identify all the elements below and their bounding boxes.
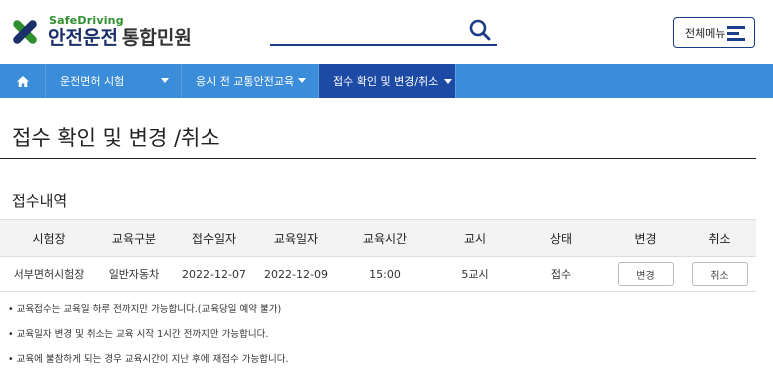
nav-item-label: 응시 전 교통안전교육 bbox=[196, 75, 295, 88]
table-header-cell: 교육시간 bbox=[362, 231, 408, 246]
cell-type: 일반자동차 bbox=[108, 268, 160, 281]
cell-edu-time: 15:00 bbox=[369, 267, 401, 281]
caret-down-icon bbox=[298, 78, 306, 83]
logo-title-sub: 통합민원 bbox=[121, 27, 192, 49]
change-button[interactable]: 변경 bbox=[617, 262, 674, 286]
nav-home[interactable] bbox=[0, 64, 46, 98]
table-header-cell: 교육구분 bbox=[111, 231, 157, 246]
main-nav: 운전면허 시험 응시 전 교통안전교육 접수 확인 및 변경/취소 bbox=[0, 64, 773, 98]
cell-site: 서부면허시험장 bbox=[13, 268, 85, 281]
notice-item: • 교육일자 변경 및 취소는 교육 시작 1시간 전까지만 가능합니다. bbox=[8, 329, 269, 340]
all-menu-button[interactable]: 전체메뉴 bbox=[673, 17, 755, 48]
cell-change: 변경 bbox=[608, 257, 683, 291]
caret-down-icon bbox=[161, 78, 169, 83]
cell-apply-date: 2022-12-07 bbox=[182, 267, 246, 281]
site-header: SafeDriving 안전운전 통합민원 전체메뉴 bbox=[0, 0, 773, 64]
search-input[interactable] bbox=[270, 18, 497, 46]
nav-item-label: 접수 확인 및 변경/취소 bbox=[333, 75, 439, 88]
page-title: 접수 확인 및 변경 /취소 bbox=[12, 126, 220, 150]
table-row: 서부면허시험장 일반자동차 2022-12-07 2022-12-09 15:0… bbox=[0, 257, 756, 292]
logo-tagline: SafeDriving bbox=[49, 14, 124, 27]
all-menu-label: 전체메뉴 bbox=[685, 26, 726, 40]
table-header-cell: 접수일자 bbox=[191, 231, 237, 246]
table-header-cell: 상태 bbox=[549, 231, 573, 246]
logo-title: 안전운전 통합민원 bbox=[48, 27, 192, 49]
section-title: 접수내역 bbox=[12, 192, 68, 210]
table-header-cell: 변경 bbox=[634, 231, 657, 246]
nav-item-license-test[interactable]: 운전면허 시험 bbox=[46, 64, 182, 98]
cell-cancel: 취소 bbox=[683, 257, 756, 291]
logo-cross-icon bbox=[8, 15, 42, 49]
nav-item-label: 운전면허 시험 bbox=[60, 75, 125, 88]
title-divider bbox=[0, 158, 756, 159]
hamburger-icon bbox=[727, 26, 745, 41]
logo-title-main: 안전운전 bbox=[48, 27, 118, 49]
nav-item-application-check[interactable]: 접수 확인 및 변경/취소 bbox=[319, 64, 456, 98]
cancel-button[interactable]: 취소 bbox=[691, 262, 748, 286]
cell-status: 접수 bbox=[550, 268, 572, 281]
cell-edu-date: 2022-12-09 bbox=[264, 267, 328, 281]
cell-period: 5교시 bbox=[461, 268, 489, 281]
table-header-cell: 취소 bbox=[708, 231, 731, 246]
notice-item: • 교육에 불참하게 되는 경우 교육시간이 지난 후에 재접수 가능합니다. bbox=[8, 354, 289, 365]
nav-item-safety-education[interactable]: 응시 전 교통안전교육 bbox=[182, 64, 319, 98]
table-header-row: 시험장 교육구분 접수일자 교육일자 교육시간 교시 상태 변경 취소 bbox=[0, 219, 756, 257]
table-header-cell: 교육일자 bbox=[273, 231, 319, 246]
search-icon[interactable] bbox=[469, 19, 491, 41]
notice-item: • 교육접수는 교육일 하루 전까지만 가능합니다.(교육당일 예약 불가) bbox=[8, 304, 282, 315]
home-icon bbox=[16, 75, 29, 87]
caret-down-icon bbox=[444, 78, 453, 84]
site-logo[interactable]: SafeDriving 안전운전 통합민원 bbox=[8, 12, 192, 52]
table-header-cell: 교시 bbox=[463, 231, 487, 246]
notice-list: • 교육접수는 교육일 하루 전까지만 가능합니다.(교육당일 예약 불가) •… bbox=[8, 304, 289, 379]
application-table: 시험장 교육구분 접수일자 교육일자 교육시간 교시 상태 변경 취소 서부면허… bbox=[0, 219, 756, 292]
table-header-cell: 시험장 bbox=[32, 231, 66, 246]
